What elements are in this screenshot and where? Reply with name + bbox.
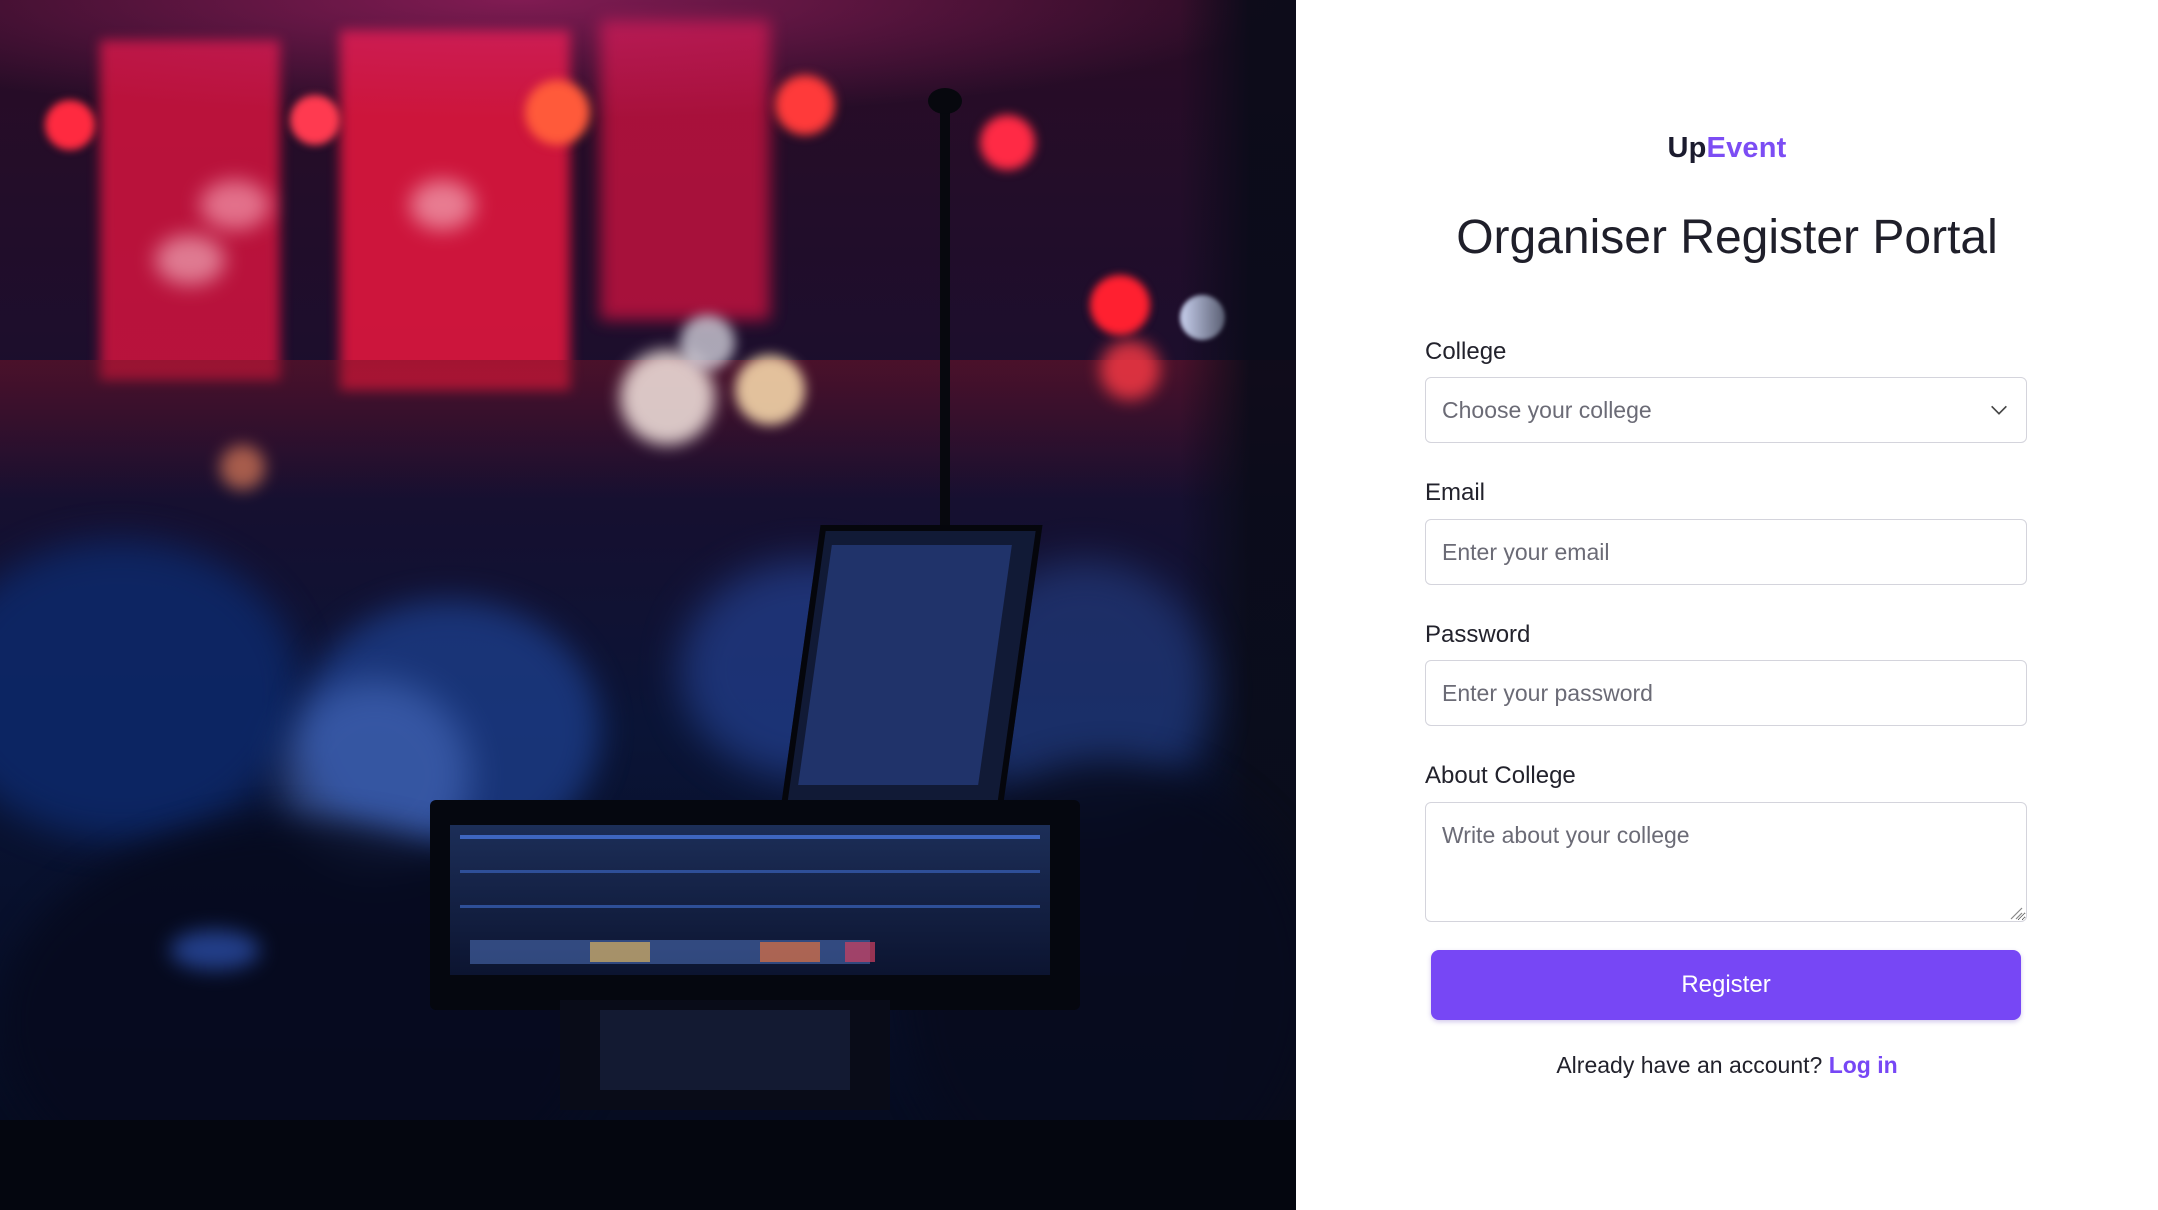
login-link[interactable]: Log in (1829, 1052, 1898, 1078)
register-page: UpEvent Organiser Register Portal Colleg… (0, 0, 2158, 1210)
register-button[interactable]: Register (1431, 950, 2021, 1020)
chevron-down-icon (1991, 405, 2007, 415)
about-college-label: About College (1425, 762, 1576, 789)
login-prompt-text: Already have an account? (1556, 1052, 1823, 1078)
brand-logo-part-up: Up (1667, 132, 1707, 164)
brand-logo-part-event: Event (1706, 132, 1787, 164)
page-title: Organiser Register Portal (1456, 211, 1998, 264)
password-field[interactable] (1425, 660, 2027, 726)
brand-logo: UpEvent (1296, 132, 2158, 165)
register-form-panel: UpEvent Organiser Register Portal Colleg… (1296, 0, 2158, 1210)
college-select[interactable]: Choose your college (1425, 377, 2027, 443)
password-label: Password (1425, 621, 1531, 648)
concert-hero-image (0, 0, 1296, 1210)
college-select-value: Choose your college (1442, 396, 1652, 423)
email-field[interactable] (1425, 519, 2027, 585)
login-prompt: Already have an account? Log in (1296, 1052, 2158, 1079)
email-label: Email (1425, 479, 1486, 506)
about-college-textarea[interactable] (1425, 802, 2027, 922)
resize-grip-icon[interactable] (2009, 906, 2023, 920)
college-label: College (1425, 338, 1507, 365)
